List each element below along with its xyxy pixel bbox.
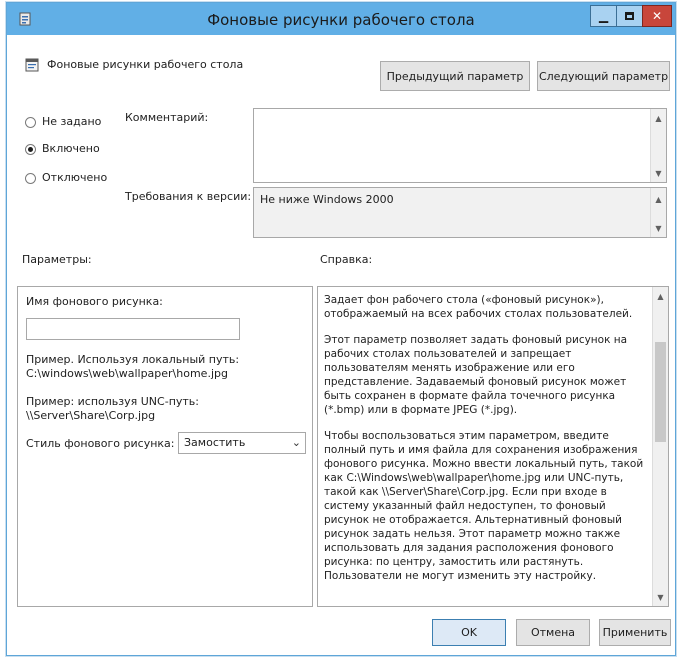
apply-button[interactable]: Применить [599, 619, 671, 646]
requirements-field: Не ниже Windows 2000 ▲ ▼ [253, 187, 667, 238]
help-panel: Задает фон рабочего стола («фоновый рису… [317, 286, 669, 607]
help-paragraph: Задает фон рабочего стола («фоновый рису… [324, 294, 633, 320]
radio-not-configured[interactable] [25, 117, 36, 128]
scroll-up-icon[interactable]: ▲ [651, 192, 666, 206]
comment-scrollbar[interactable]: ▲ ▼ [650, 109, 666, 182]
help-text: Задает фон рабочего стола («фоновый рису… [324, 293, 650, 595]
title-bar: Фоновые рисунки рабочего стола ▁ ✕ [7, 3, 675, 35]
example-unc-line2: \\Server\Share\Corp.jpg [26, 409, 156, 422]
radio-enabled[interactable] [25, 144, 36, 155]
radio-enabled-label: Включено [42, 142, 100, 155]
example-local-line2: C:\windows\web\wallpaper\home.jpg [26, 367, 228, 380]
example-local-line1: Пример. Используя локальный путь: [26, 353, 240, 366]
requirements-value: Не ниже Windows 2000 [260, 193, 394, 206]
scrollbar-thumb[interactable] [655, 342, 666, 442]
window-title: Фоновые рисунки рабочего стола [207, 11, 475, 29]
requirements-scrollbar[interactable]: ▲ ▼ [650, 188, 666, 237]
radio-disabled[interactable] [25, 173, 36, 184]
scroll-up-icon[interactable]: ▲ [651, 111, 666, 125]
wallpaper-name-input[interactable] [26, 318, 240, 340]
params-panel: Имя фонового рисунка: Пример. Используя … [17, 286, 313, 607]
help-paragraph: Чтобы воспользоваться этим параметром, в… [324, 430, 644, 582]
policy-icon [25, 58, 39, 72]
radio-not-configured-label: Не задано [42, 115, 102, 128]
help-heading: Справка: [320, 253, 373, 266]
params-heading: Параметры: [22, 253, 92, 266]
maximize-icon [625, 12, 634, 20]
ok-button[interactable]: OK [432, 619, 506, 646]
close-button[interactable]: ✕ [642, 5, 672, 27]
comment-field[interactable]: ▲ ▼ [253, 108, 667, 183]
scroll-up-icon[interactable]: ▲ [653, 289, 668, 303]
minimize-icon: ▁ [598, 9, 609, 23]
wallpaper-name-label: Имя фонового рисунка: [26, 295, 163, 308]
previous-setting-button[interactable]: Предыдущий параметр [380, 61, 530, 91]
scroll-down-icon[interactable]: ▼ [651, 166, 666, 180]
wallpaper-style-label: Стиль фонового рисунка: [26, 437, 175, 450]
cancel-button[interactable]: Отмена [516, 619, 590, 646]
minimize-button[interactable]: ▁ [590, 5, 617, 27]
policy-dialog: Фоновые рисунки рабочего стола ▁ ✕ Фонов… [6, 2, 676, 656]
wallpaper-style-value: Замостить [184, 436, 246, 449]
comment-label: Комментарий: [125, 111, 209, 124]
scroll-down-icon[interactable]: ▼ [653, 590, 668, 604]
next-setting-button[interactable]: Следующий параметр [537, 61, 670, 91]
policy-name: Фоновые рисунки рабочего стола [47, 58, 244, 71]
example-unc-line1: Пример: используя UNC-путь: [26, 395, 199, 408]
radio-disabled-label: Отключено [42, 171, 108, 184]
requirements-label: Требования к версии: [125, 190, 252, 203]
scroll-down-icon[interactable]: ▼ [651, 221, 666, 235]
close-icon: ✕ [651, 9, 663, 23]
chevron-down-icon: ⌄ [291, 436, 301, 449]
help-scrollbar[interactable]: ▲ ▼ [652, 287, 668, 606]
help-paragraph: Этот параметр позволяет задать фоновый р… [324, 334, 628, 416]
maximize-button[interactable] [616, 5, 643, 27]
wallpaper-style-select[interactable]: Замостить ⌄ [178, 432, 306, 454]
